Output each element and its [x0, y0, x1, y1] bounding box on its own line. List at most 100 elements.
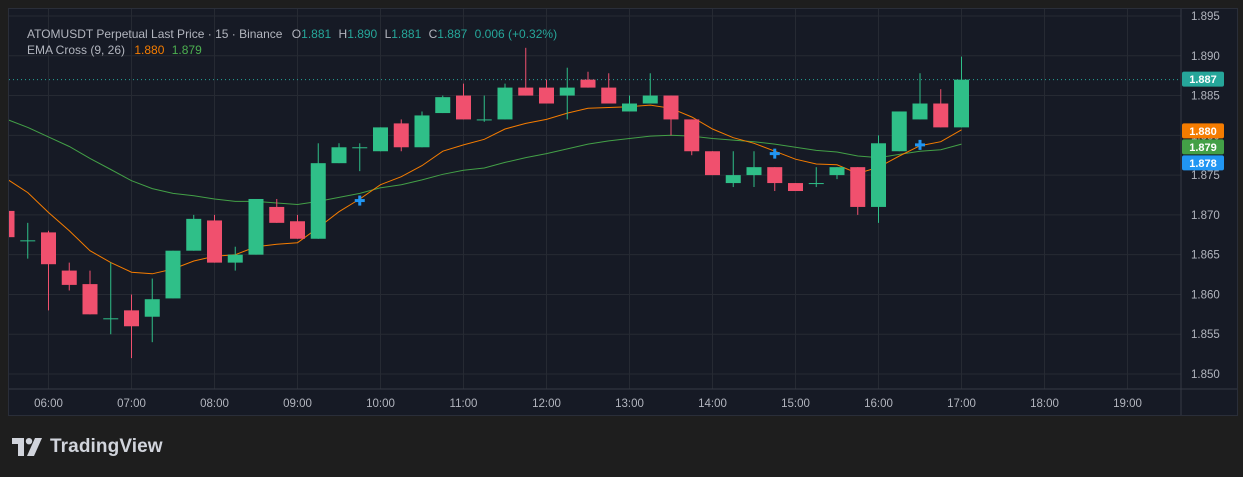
candle-body — [663, 95, 679, 120]
y-tick-label: 1.865 — [1191, 250, 1220, 262]
candle-body — [186, 218, 202, 251]
chart-canvas[interactable]: 1.895 1.890 1.885 1.880 1.875 1.870 1.865 1.860… — [9, 9, 1237, 415]
candle-body — [435, 97, 451, 114]
candle-body — [497, 87, 513, 120]
high-label: H — [338, 27, 348, 41]
candle — [891, 111, 907, 152]
candle-body — [165, 250, 181, 299]
candle — [186, 214, 202, 251]
candle-body — [227, 254, 243, 263]
candle-body — [476, 119, 492, 121]
candle — [539, 79, 554, 104]
legend: ATOMUSDT Perpetual Last Price · 15 · Bin… — [27, 26, 557, 58]
candle — [954, 56, 969, 128]
candle — [227, 246, 243, 271]
candle-body — [393, 123, 409, 148]
price-tag-label: 1.880 — [1189, 126, 1217, 138]
candle-body — [331, 147, 347, 164]
candle — [476, 95, 492, 122]
candle — [684, 119, 700, 156]
candle-body — [746, 167, 762, 176]
candle — [82, 270, 98, 315]
candle — [165, 250, 181, 299]
grid — [9, 9, 1181, 389]
x-tick-label: 17:00 — [947, 398, 976, 410]
price-tag: 1.878 — [1182, 155, 1224, 171]
candle-body — [41, 232, 56, 265]
candle-body — [622, 103, 637, 112]
candle-body — [269, 206, 285, 223]
x-tick-label: 10:00 — [366, 398, 395, 410]
x-tick-label: 13:00 — [615, 398, 644, 410]
x-tick-label: 18:00 — [1030, 398, 1059, 410]
candle-body — [9, 210, 15, 238]
change-value: 0.006 (+0.32%) — [474, 27, 558, 41]
candle-body — [290, 221, 305, 239]
candle-body — [414, 115, 430, 148]
y-tick-label: 1.870 — [1191, 210, 1220, 222]
candle — [850, 167, 866, 215]
candle-body — [518, 87, 534, 96]
candle — [393, 119, 409, 152]
price-tags: 1.887 1.880 1.879 1.878 — [1182, 71, 1224, 171]
y-tick-label: 1.890 — [1191, 51, 1220, 63]
candles — [9, 47, 969, 359]
candle — [103, 262, 119, 335]
candle-body — [601, 87, 617, 104]
brand[interactable]: TradingView — [12, 434, 163, 460]
candle — [41, 230, 56, 311]
candle — [144, 278, 160, 343]
ema-fast-line — [9, 104, 962, 275]
x-tick-label: 09:00 — [283, 398, 312, 410]
candle-body — [352, 147, 368, 149]
candle — [601, 73, 617, 104]
candle-body — [310, 163, 326, 239]
candle — [622, 95, 637, 112]
high-value: 1.890 — [347, 27, 378, 41]
candle — [705, 151, 720, 176]
axes: 1.895 1.890 1.885 1.880 1.875 1.870 1.865 1.860… — [9, 9, 1237, 415]
x-tick-label: 07:00 — [117, 398, 146, 410]
candle — [290, 214, 305, 239]
candle — [912, 73, 928, 120]
candle — [331, 143, 347, 164]
price-tag: 1.879 — [1182, 139, 1224, 155]
candle — [435, 95, 451, 114]
price-tag-label: 1.879 — [1189, 142, 1217, 154]
ema-lines — [9, 104, 962, 275]
x-tick-label: 19:00 — [1113, 398, 1142, 410]
candle — [933, 89, 949, 128]
open-value: 1.881 — [301, 27, 332, 41]
candle-body — [808, 183, 824, 185]
cross-marker-icon — [915, 139, 925, 150]
candle — [9, 210, 15, 238]
candle — [746, 151, 762, 188]
candle — [788, 183, 803, 192]
y-tick-label: 1.875 — [1191, 170, 1220, 182]
candle-body — [207, 220, 222, 263]
candle-body — [829, 167, 845, 176]
candle — [207, 214, 222, 263]
x-tick-label: 06:00 — [34, 398, 63, 410]
chart-frame[interactable]: 1.895 1.890 1.885 1.880 1.875 1.870 1.865 1.860… — [8, 8, 1238, 416]
candle-body — [456, 95, 471, 120]
candle-body — [850, 167, 866, 207]
candle-body — [82, 284, 98, 315]
ema-cross-label: EMA Cross (9, 26) — [27, 43, 126, 57]
candle-body — [373, 127, 388, 152]
candle — [124, 294, 139, 359]
candle — [61, 262, 77, 291]
close-label: C — [428, 27, 438, 41]
candle — [829, 167, 845, 180]
legend-ema-row[interactable]: EMA Cross (9, 26) 1.880 1.879 — [27, 42, 557, 58]
candle-body — [103, 318, 119, 320]
candle-body — [684, 119, 700, 152]
candle — [871, 135, 886, 223]
candle-body — [20, 240, 36, 242]
candle — [310, 143, 326, 239]
x-tick-label: 16:00 — [864, 398, 893, 410]
price-tag: 1.887 — [1182, 71, 1224, 87]
candle — [456, 83, 471, 120]
y-tick-label: 1.895 — [1191, 11, 1220, 23]
candle — [725, 151, 741, 188]
